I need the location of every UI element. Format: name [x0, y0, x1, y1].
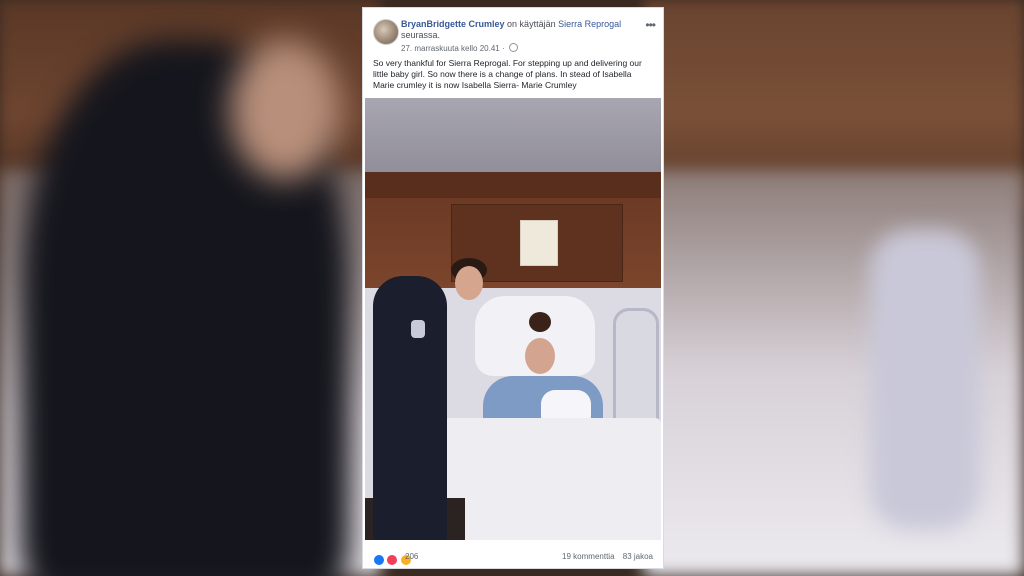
tagged-user-link[interactable]: Sierra Reprogal — [558, 19, 621, 29]
post-header: BryanBridgette Crumley on käyttäjän Sier… — [363, 8, 663, 94]
photo-blanket — [435, 418, 661, 540]
more-options-button[interactable]: ••• — [645, 18, 656, 32]
reactions-summary[interactable] — [373, 551, 412, 569]
with-text: on käyttäjän — [507, 19, 556, 29]
post-text: So very thankful for Sierra Reprogal. Fo… — [373, 58, 642, 90]
photo-officer-face — [455, 266, 483, 300]
globe-icon — [508, 43, 518, 52]
post-stats: 19 kommenttia 83 jakoa — [556, 552, 653, 561]
photo-patient-face — [525, 338, 555, 374]
facebook-post-card: BryanBridgette Crumley on käyttäjän Sier… — [363, 8, 663, 568]
photo-wall — [365, 98, 661, 178]
like-icon — [373, 553, 385, 566]
post-timestamp-row: 27. marraskuuta kello 20.41 · — [401, 43, 518, 53]
comments-count-link[interactable]: 19 kommenttia — [562, 552, 614, 561]
post-attribution: BryanBridgette Crumley on käyttäjän Sier… — [401, 19, 641, 41]
author-name-link[interactable]: BryanBridgette Crumley — [401, 19, 505, 29]
photo-officer — [373, 276, 447, 540]
photo-wall-sign — [520, 220, 558, 266]
post-footer: 206 19 kommenttia 83 jakoa — [363, 544, 663, 568]
shares-count-link[interactable]: 83 jakoa — [623, 552, 653, 561]
photo-patient-hair — [529, 312, 551, 332]
love-icon — [386, 553, 399, 566]
background-face-blur — [230, 40, 340, 180]
background-bed-rail — [870, 230, 980, 530]
photo-officer-badge — [411, 320, 425, 338]
post-timestamp[interactable]: 27. marraskuuta kello 20.41 · — [401, 44, 505, 53]
with-suffix: seurassa. — [401, 30, 441, 40]
photo-headboard-shelf — [365, 172, 661, 200]
author-avatar[interactable] — [373, 19, 399, 45]
post-photo[interactable] — [365, 98, 661, 540]
reactions-count[interactable]: 206 — [405, 552, 418, 561]
